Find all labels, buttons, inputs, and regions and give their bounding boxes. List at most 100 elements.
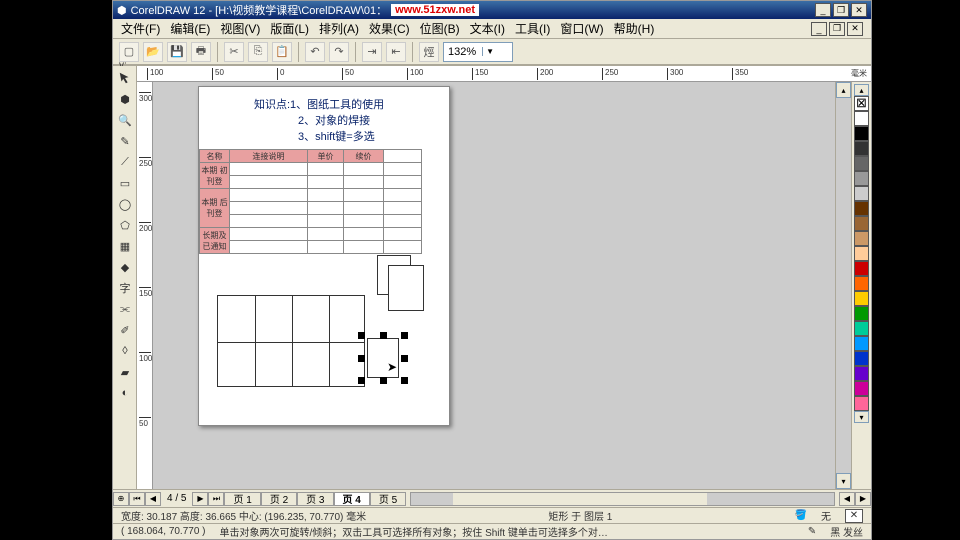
app-launcher-icon[interactable]: 烴	[419, 42, 439, 62]
interactive-fill-tool[interactable]: ◐	[115, 383, 135, 403]
color-swatch[interactable]	[854, 216, 869, 231]
scroll-down-button[interactable]: ▾	[836, 473, 851, 489]
status-bar-2: ( 168.064, 70.770 ) 单击对象两次可旋转/倾斜；双击工具可选择…	[113, 523, 871, 539]
outline-tool[interactable]: ◊	[115, 341, 135, 361]
color-swatch[interactable]	[854, 351, 869, 366]
minimize-button[interactable]: _	[815, 3, 831, 17]
close-button[interactable]: ✕	[851, 3, 867, 17]
page-tab-1[interactable]: 页 1	[224, 492, 260, 506]
paste-button[interactable]: 📋	[272, 42, 292, 62]
ruler-unit: 毫米	[851, 68, 867, 79]
color-swatch[interactable]	[854, 171, 869, 186]
menu-tools[interactable]: 工具(I)	[515, 20, 550, 37]
color-swatch[interactable]	[854, 111, 869, 126]
fill-tool[interactable]: ▰	[115, 362, 135, 382]
eyedropper-tool[interactable]: ✐	[115, 320, 135, 340]
page-tab-2[interactable]: 页 2	[261, 492, 297, 506]
new-button[interactable]: ▢	[119, 42, 139, 62]
print-button[interactable]: 🖶	[191, 42, 211, 62]
color-swatch[interactable]	[854, 231, 869, 246]
menu-help[interactable]: 帮助(H)	[614, 20, 655, 37]
coreldraw-window: ⬢ CorelDRAW 12 - [H:\视频教学课程\CorelDRAW\01…	[112, 0, 872, 540]
rectangle-tool[interactable]: ▭	[115, 173, 135, 193]
color-swatch[interactable]	[854, 381, 869, 396]
menu-layout[interactable]: 版面(L)	[270, 20, 309, 37]
app-icon: ⬢	[117, 4, 127, 17]
scroll-up-button[interactable]: ▴	[836, 82, 851, 98]
zoom-tool[interactable]: 🔍	[115, 110, 135, 130]
horizontal-ruler[interactable]: 100 50 0 50 100 150 200 250 300 350 毫米	[137, 66, 871, 82]
save-button[interactable]: 💾	[167, 42, 187, 62]
color-swatch[interactable]	[854, 141, 869, 156]
color-swatch[interactable]	[854, 201, 869, 216]
smart-draw-tool[interactable]: ⟋	[115, 152, 135, 172]
palette-down-button[interactable]: ▾	[854, 411, 869, 423]
blend-tool[interactable]: ⫘	[115, 299, 135, 319]
color-swatch[interactable]	[854, 246, 869, 261]
page-last-button[interactable]: ⏭	[208, 492, 224, 506]
graph-paper-tool[interactable]: ▦	[115, 236, 135, 256]
page-add-button[interactable]: ⊕	[113, 492, 129, 506]
rect-2[interactable]	[388, 265, 424, 311]
page-tab-3[interactable]: 页 3	[297, 492, 333, 506]
menu-file[interactable]: 文件(F)	[121, 20, 160, 37]
text-tool[interactable]: 字	[115, 278, 135, 298]
color-swatch[interactable]	[854, 396, 869, 411]
restore-button[interactable]: ❐	[833, 3, 849, 17]
undo-button[interactable]: ↶	[305, 42, 325, 62]
redo-button[interactable]: ↷	[329, 42, 349, 62]
color-swatch[interactable]	[854, 156, 869, 171]
page-prev-button[interactable]: ◀	[145, 492, 161, 506]
vertical-ruler[interactable]: 300 250 200 150 100 50	[137, 82, 153, 489]
color-swatch[interactable]	[854, 126, 869, 141]
freehand-tool[interactable]: ✎	[115, 131, 135, 151]
color-swatch[interactable]	[854, 291, 869, 306]
selected-rect[interactable]	[358, 332, 408, 384]
menu-window[interactable]: 窗口(W)	[560, 20, 603, 37]
pick-tool[interactable]	[115, 68, 135, 88]
page-next-button[interactable]: ▶	[192, 492, 208, 506]
open-button[interactable]: 📂	[143, 42, 163, 62]
page-tab-4[interactable]: 页 4	[334, 492, 370, 506]
scroll-right-button[interactable]: ▶	[855, 492, 871, 506]
standard-toolbar: ▢ 📂 💾 🖶 ✂ ⎘ 📋 ↶ ↷ ⇥ ⇤ 烴 132%▼	[113, 39, 871, 65]
shape-tool[interactable]: ⬢	[115, 89, 135, 109]
color-swatch[interactable]	[854, 186, 869, 201]
color-swatch[interactable]	[854, 276, 869, 291]
export-button[interactable]: ⇤	[386, 42, 406, 62]
ellipse-tool[interactable]: ◯	[115, 194, 135, 214]
status-object: 矩形 于 图层 1	[548, 508, 612, 523]
cut-button[interactable]: ✂	[224, 42, 244, 62]
menu-view[interactable]: 视图(V)	[220, 20, 260, 37]
titlebar: ⬢ CorelDRAW 12 - [H:\视频教学课程\CorelDRAW\01…	[113, 1, 871, 19]
color-swatch[interactable]	[854, 321, 869, 336]
scroll-left-button[interactable]: ◀	[839, 492, 855, 506]
page-tab-5[interactable]: 页 5	[370, 492, 406, 506]
doc-close-button[interactable]: ✕	[847, 22, 863, 36]
doc-minimize-button[interactable]: _	[811, 22, 827, 36]
color-swatch[interactable]	[854, 261, 869, 276]
import-button[interactable]: ⇥	[362, 42, 382, 62]
polygon-tool[interactable]: ⬠	[115, 215, 135, 235]
zoom-value: 132%	[448, 46, 476, 58]
color-swatch[interactable]	[854, 366, 869, 381]
basic-shapes-tool[interactable]: ◆	[115, 257, 135, 277]
no-fill-swatch[interactable]: ⊠	[854, 96, 869, 111]
canvas[interactable]: 知识点:1、图纸工具的使用 2、对象的焊接 3、shift键=多选 名称连接说明…	[153, 82, 835, 489]
copy-button[interactable]: ⎘	[248, 42, 268, 62]
page-first-button[interactable]: ⏮	[129, 492, 145, 506]
no-fill-indicator[interactable]: ✕	[845, 509, 863, 523]
color-swatch[interactable]	[854, 336, 869, 351]
menu-arrange[interactable]: 排列(A)	[319, 20, 359, 37]
menu-edit[interactable]: 编辑(E)	[170, 20, 210, 37]
menu-bitmap[interactable]: 位图(B)	[420, 20, 460, 37]
horizontal-scrollbar[interactable]	[410, 492, 835, 506]
color-swatch[interactable]	[854, 306, 869, 321]
doc-restore-button[interactable]: ❐	[829, 22, 845, 36]
zoom-combo[interactable]: 132%▼	[443, 42, 513, 62]
menu-effects[interactable]: 效果(C)	[369, 20, 410, 37]
page: 知识点:1、图纸工具的使用 2、对象的焊接 3、shift键=多选 名称连接说明…	[198, 86, 450, 426]
graph-paper-grid[interactable]	[217, 295, 365, 387]
vertical-scrollbar[interactable]: ▴ ▾	[835, 82, 851, 489]
menu-text[interactable]: 文本(I)	[470, 20, 505, 37]
